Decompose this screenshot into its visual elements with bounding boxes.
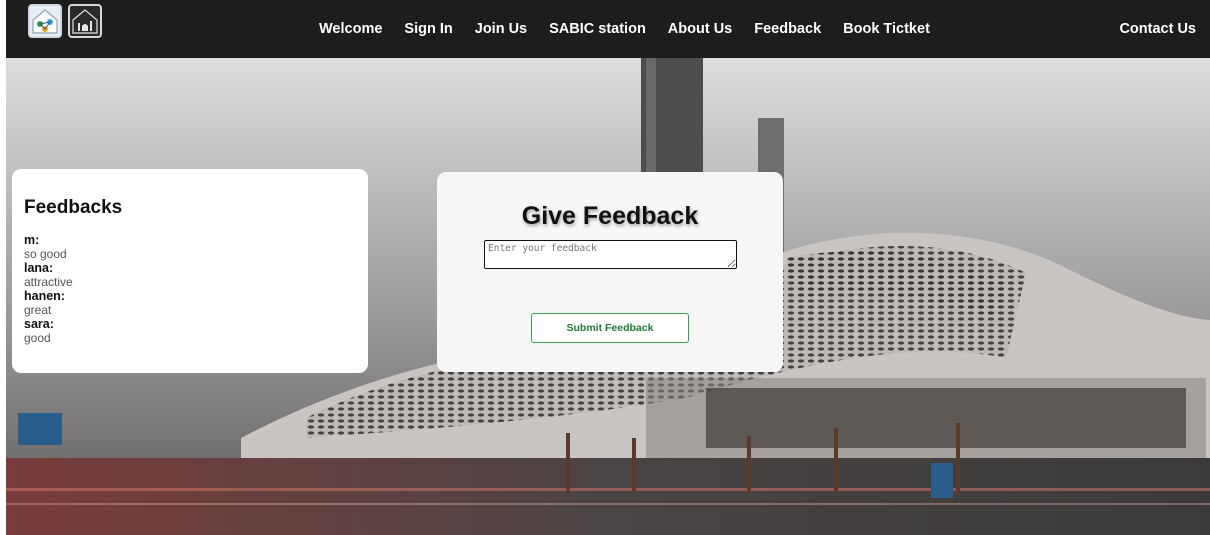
nav-contact-us[interactable]: Contact Us <box>1119 0 1196 58</box>
feedback-author: m: <box>24 233 40 247</box>
feedback-entry: lana: attractive <box>24 261 356 289</box>
nav-sabic-station[interactable]: SABIC station <box>538 21 657 37</box>
feedback-text: great <box>24 303 52 317</box>
nav-about-us[interactable]: About Us <box>657 21 743 37</box>
feedback-entry: m: so good <box>24 233 356 261</box>
nav-book-ticket[interactable]: Book Tictket <box>832 21 941 37</box>
feedback-text: attractive <box>24 275 73 289</box>
give-feedback-card: Give Feedback Submit Feedback <box>437 172 783 372</box>
mosque-logo-icon[interactable] <box>68 4 102 38</box>
nav-links: Welcome Sign In Join Us SABIC station Ab… <box>308 0 941 58</box>
network-house-logo-icon[interactable] <box>28 4 62 38</box>
nav-sign-in[interactable]: Sign In <box>393 21 463 37</box>
nav-join-us[interactable]: Join Us <box>464 21 538 37</box>
feedback-author: sara: <box>24 317 54 331</box>
navbar: Welcome Sign In Join Us SABIC station Ab… <box>6 0 1210 58</box>
page: Welcome Sign In Join Us SABIC station Ab… <box>6 0 1210 535</box>
give-feedback-title: Give Feedback <box>521 202 699 230</box>
feedbacks-card: Feedbacks m: so good lana: attractive ha… <box>12 169 368 373</box>
feedback-entry: sara: good <box>24 317 356 345</box>
logo-group <box>28 4 102 38</box>
nav-feedback[interactable]: Feedback <box>743 21 832 37</box>
feedback-author: hanen: <box>24 289 65 303</box>
feedback-text: good <box>24 331 51 345</box>
feedback-author: lana: <box>24 261 54 275</box>
nav-welcome[interactable]: Welcome <box>308 21 393 37</box>
feedback-textarea[interactable] <box>484 240 737 269</box>
feedback-entry: hanen: great <box>24 289 356 317</box>
feedback-text: so good <box>24 247 67 261</box>
submit-feedback-button[interactable]: Submit Feedback <box>531 313 689 343</box>
feedbacks-title: Feedbacks <box>24 197 123 218</box>
